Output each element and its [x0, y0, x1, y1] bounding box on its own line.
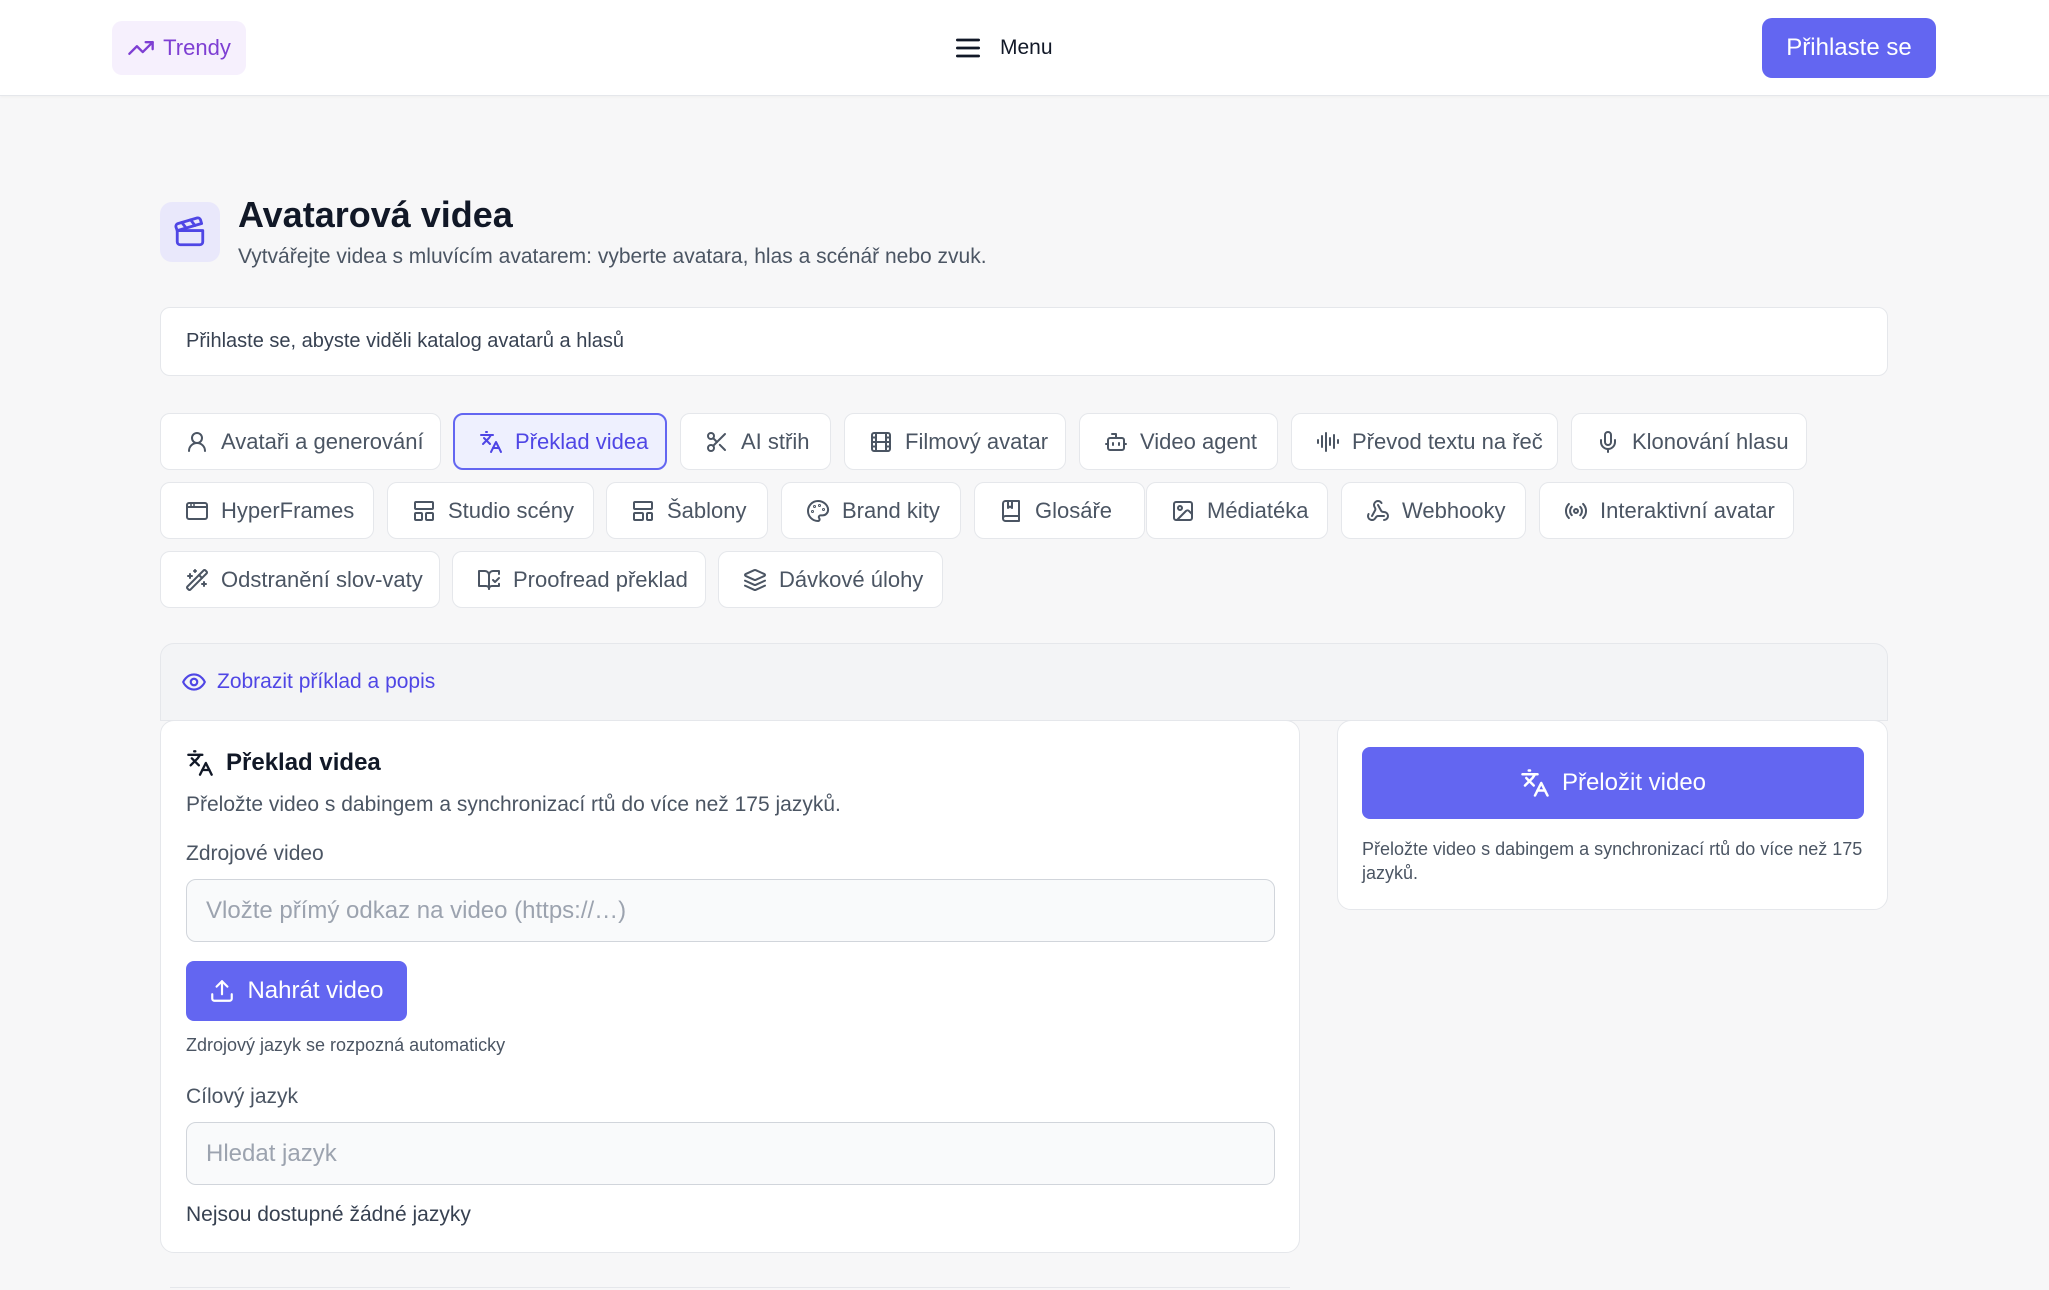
source-video-label: Zdrojové video [186, 842, 324, 865]
menu-button[interactable]: Menu [952, 30, 1053, 66]
tab-batch-jobs[interactable]: Dávkové úlohy [718, 551, 943, 608]
audio-wave-icon [1317, 431, 1339, 452]
tab-label: Brand kity [842, 497, 940, 523]
action-description: Přeložte video s dabingem a synchronizac… [1362, 839, 1863, 883]
book-open-check-icon [478, 569, 500, 590]
divider [170, 1287, 1290, 1288]
tab-label: Převod textu na řeč [1352, 428, 1543, 454]
tab-label: Filmový avatar [905, 428, 1049, 454]
template-icon [633, 500, 653, 521]
tab-label: Avataři a generování [221, 428, 424, 454]
translate-video-button[interactable]: Přeložit video [1362, 747, 1864, 819]
form-title: Překlad videa [186, 749, 381, 777]
tab-video-translate[interactable]: Překlad videa [453, 413, 667, 470]
user-icon [188, 431, 206, 452]
tab-media-library[interactable]: Médiatéka [1146, 482, 1328, 539]
palette-icon [807, 499, 830, 522]
tab-video-agent[interactable]: Video agent [1079, 413, 1278, 470]
scissors-icon [707, 431, 726, 452]
tab-label: HyperFrames [221, 497, 355, 523]
clapperboard-icon [160, 202, 220, 262]
form-description: Přeložte video s dabingem a synchronizac… [186, 793, 841, 816]
tab-filler-removal[interactable]: Odstranění slov-vaty [160, 551, 440, 608]
source-video-url-input[interactable] [186, 879, 1275, 942]
no-languages-message: Nejsou dostupné žádné jazyky [186, 1203, 471, 1226]
film-icon [871, 431, 891, 452]
tab-label: Klonování hlasu [1632, 428, 1789, 454]
tab-templates[interactable]: Šablony [606, 482, 768, 539]
language-search-input[interactable] [186, 1122, 1275, 1185]
browser-window-icon [186, 501, 208, 520]
tab-text-to-speech[interactable]: Převod textu na řeč [1291, 413, 1558, 470]
tab-label: Médiatéka [1207, 497, 1309, 523]
tab-label: AI střih [741, 428, 810, 454]
translate-form-panel: Překlad videa Přeložte video s dabingem … [160, 720, 1300, 1253]
tab-label: Webhooky [1402, 497, 1506, 523]
tab-label: Šablony [667, 497, 747, 523]
microphone-icon [1600, 430, 1616, 453]
tab-interactive-avatar[interactable]: Interaktivní avatar [1539, 482, 1794, 539]
tab-glossaries[interactable]: Glosáře [974, 482, 1145, 539]
tab-label: Dávkové úlohy [779, 566, 924, 592]
tab-label: Odstranění slov-vaty [221, 566, 423, 592]
bot-icon [1105, 432, 1127, 451]
top-header: Trendy Menu Přihlaste se [0, 0, 2049, 96]
eye-icon [182, 673, 206, 691]
page-title: Avatarová videa [238, 194, 513, 235]
magic-wand-icon [186, 568, 208, 591]
radio-icon [1564, 502, 1588, 519]
translate-icon [480, 430, 502, 453]
page-subtitle: Vytvářejte videa s mluvícím avatarem: vy… [238, 245, 987, 268]
show-example-label: Zobrazit příklad a popis [217, 670, 436, 693]
tab-label: Překlad videa [515, 428, 649, 454]
trending-up-icon [128, 41, 155, 55]
tab-label: Proofread překlad [513, 566, 688, 592]
tab-label: Studio scény [448, 497, 574, 523]
tab-label: Interaktivní avatar [1600, 497, 1775, 523]
form-title-label: Překlad videa [226, 749, 381, 776]
tab-ai-cut[interactable]: AI střih [680, 413, 831, 470]
action-panel: Přeložit video Přeložte video s dabingem… [1337, 720, 1888, 910]
trendy-button[interactable]: Trendy [112, 21, 246, 75]
upload-video-label: Nahrát video [247, 977, 384, 1004]
webhook-icon [1367, 499, 1389, 521]
tab-label: Glosáře [1035, 497, 1113, 523]
upload-icon [211, 980, 234, 1002]
trendy-label: Trendy [163, 35, 231, 60]
login-notice: Přihlaste se, abyste viděli katalog avat… [160, 307, 1888, 376]
translate-icon [187, 750, 213, 776]
tab-avatars[interactable]: Avataři a generování [160, 413, 441, 470]
tab-voice-cloning[interactable]: Klonování hlasu [1571, 413, 1807, 470]
translate-video-label: Přeložit video [1561, 769, 1707, 796]
tab-hyperframes[interactable]: HyperFrames [160, 482, 374, 539]
login-button[interactable]: Přihlaste se [1762, 18, 1936, 78]
image-icon [1173, 500, 1193, 521]
translate-icon [1521, 769, 1549, 797]
tab-film-avatar[interactable]: Filmový avatar [844, 413, 1066, 470]
tab-label: Video agent [1140, 428, 1258, 454]
book-icon [1002, 499, 1020, 522]
auto-detect-hint: Zdrojový jazyk se rozpozná automaticky [186, 1035, 506, 1055]
upload-video-button[interactable]: Nahrát video [186, 961, 407, 1021]
menu-label: Menu [1000, 36, 1053, 59]
tab-webhooks[interactable]: Webhooky [1341, 482, 1526, 539]
tab-scene-studio[interactable]: Studio scény [387, 482, 594, 539]
show-example-toggle[interactable]: Zobrazit příklad a popis [160, 643, 1888, 721]
layout-icon [414, 500, 434, 521]
tab-proofread[interactable]: Proofread překlad [452, 551, 706, 608]
tab-brand-kits[interactable]: Brand kity [781, 482, 961, 539]
layers-icon [744, 568, 766, 591]
hamburger-icon [956, 38, 980, 58]
target-language-label: Cílový jazyk [186, 1085, 299, 1108]
